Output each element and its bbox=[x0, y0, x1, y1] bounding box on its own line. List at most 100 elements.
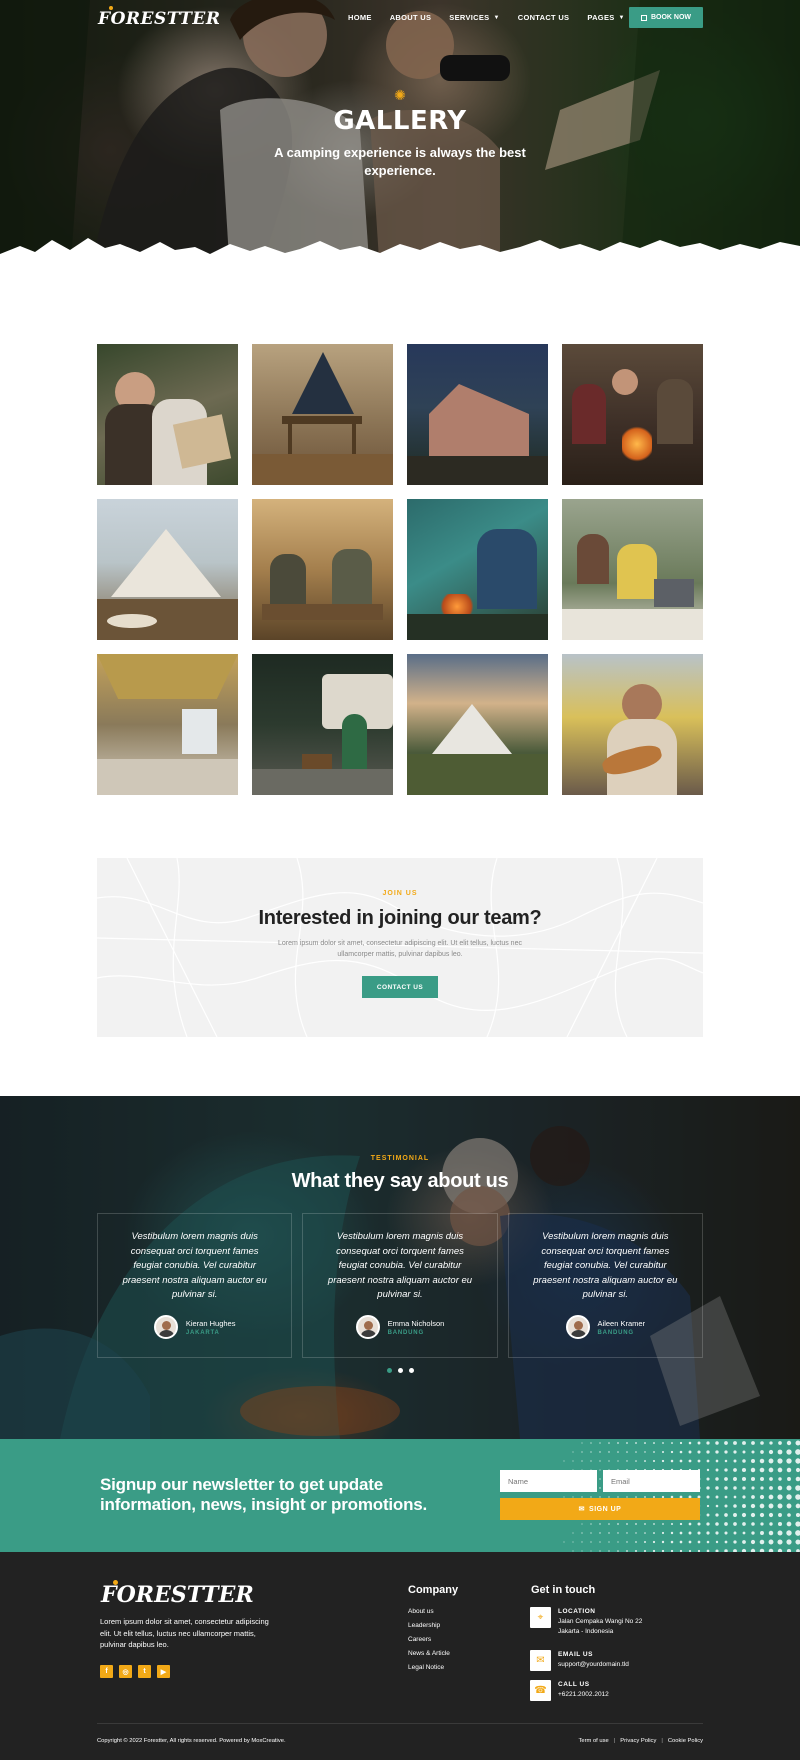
author-city: BANDUNG bbox=[387, 1329, 424, 1336]
logo-text: FORESTTER bbox=[98, 9, 221, 29]
terms-link[interactable]: Term of use bbox=[578, 1738, 608, 1744]
testimonial-section: TESTIMONIAL What they say about us Vesti… bbox=[0, 1096, 800, 1439]
carousel-dot[interactable] bbox=[408, 1368, 414, 1373]
hero-subtitle-line: experience. bbox=[364, 163, 436, 178]
separator: | bbox=[661, 1738, 663, 1744]
gallery-photo[interactable] bbox=[97, 344, 238, 485]
footer-about: Lorem ipsum dolor sit amet, consectetur … bbox=[100, 1617, 269, 1649]
footer-link-careers[interactable]: Careers bbox=[408, 1636, 450, 1643]
hero-subtitle: A camping experience is always the best … bbox=[0, 144, 800, 180]
legal-links: Term of use | Privacy Policy | Cookie Po… bbox=[578, 1738, 703, 1744]
testimonial-author: Aileen Kramer BANDUNG bbox=[509, 1315, 702, 1339]
nav-home[interactable]: HOME bbox=[348, 13, 372, 22]
author-city: BANDUNG bbox=[597, 1329, 634, 1336]
carousel-dot[interactable] bbox=[397, 1368, 403, 1373]
join-text-line: ullamcorper mattis, pulvinar dapibus leo… bbox=[337, 951, 463, 958]
gallery-photo[interactable] bbox=[97, 654, 238, 795]
testimonial-author: Emma Nicholson BANDUNG bbox=[303, 1315, 496, 1339]
nav-contact[interactable]: CONTACT US bbox=[518, 13, 570, 22]
company-links: About us Leadership Careers News & Artic… bbox=[408, 1608, 450, 1678]
testimonial-card: Vestibulum lorem magnis duis consequat o… bbox=[97, 1213, 293, 1358]
privacy-link[interactable]: Privacy Policy bbox=[620, 1738, 656, 1744]
author-city: JAKARTA bbox=[185, 1329, 220, 1336]
join-kicker: JOIN US bbox=[382, 890, 418, 897]
gallery-photo[interactable] bbox=[252, 344, 393, 485]
carousel-dot[interactable] bbox=[386, 1368, 392, 1373]
join-text-line: Lorem ipsum dolor sit amet, consectetur … bbox=[278, 940, 522, 947]
site-footer: FORESTTER Lorem ipsum dolor sit amet, co… bbox=[0, 1552, 800, 1760]
chevron-down-icon: ▼ bbox=[493, 14, 500, 21]
footer-divider bbox=[97, 1723, 703, 1724]
footer-link-leadership[interactable]: Leadership bbox=[408, 1622, 450, 1629]
testimonial-kicker: TESTIMONIAL bbox=[370, 1155, 430, 1162]
nav-about[interactable]: ABOUT US bbox=[390, 13, 432, 22]
newsletter-section: Signup our newsletter to get update info… bbox=[0, 1439, 800, 1552]
nav-home-label: HOME bbox=[348, 13, 372, 22]
footer-link-news[interactable]: News & Article bbox=[408, 1650, 450, 1657]
testimonial-carousel: Vestibulum lorem magnis duis consequat o… bbox=[97, 1213, 703, 1358]
sign-up-button[interactable]: ✉ SIGN UP bbox=[500, 1498, 700, 1520]
gallery-photo[interactable] bbox=[407, 344, 548, 485]
cookie-link[interactable]: Cookie Policy bbox=[668, 1738, 703, 1744]
phone-number[interactable]: +6221.2002.2012 bbox=[558, 1690, 678, 1700]
book-now-button[interactable]: BOOK NOW bbox=[629, 7, 703, 28]
author-details: Kieran Hughes JAKARTA bbox=[186, 1319, 236, 1336]
phone-icon: ☎ bbox=[530, 1680, 551, 1701]
testimonial-title: What they say about us bbox=[291, 1170, 509, 1192]
footer-link-about[interactable]: About us bbox=[408, 1608, 450, 1615]
testimonial-quote: Vestibulum lorem magnis duis consequat o… bbox=[533, 1231, 678, 1300]
footer-logo-text: FORESTTER bbox=[101, 1582, 254, 1608]
envelope-icon: ✉ bbox=[530, 1650, 551, 1671]
location-line: Jalan Cempaka Wangi No 22 bbox=[558, 1618, 643, 1625]
gallery-photo[interactable] bbox=[562, 654, 703, 795]
email-title: EMAIL US bbox=[558, 1651, 593, 1658]
youtube-icon[interactable]: ▶ bbox=[157, 1665, 170, 1678]
instagram-icon[interactable]: ◎ bbox=[119, 1665, 132, 1678]
email-field[interactable] bbox=[603, 1470, 700, 1492]
halftone-dots-pattern bbox=[563, 1440, 800, 1552]
sun-icon: ✺ bbox=[394, 87, 406, 103]
author-name: Emma Nicholson bbox=[387, 1318, 445, 1328]
logo-dot bbox=[109, 6, 113, 10]
map-pin-icon: ⌖ bbox=[530, 1607, 551, 1628]
author-details: Emma Nicholson BANDUNG bbox=[388, 1319, 445, 1336]
testimonial-quote: Vestibulum lorem magnis duis consequat o… bbox=[327, 1231, 473, 1300]
gallery-photo[interactable] bbox=[252, 654, 393, 795]
facebook-icon[interactable]: f bbox=[100, 1665, 113, 1678]
chevron-down-icon: ▼ bbox=[618, 14, 625, 21]
author-details: Aileen Kramer BANDUNG bbox=[598, 1319, 646, 1336]
hero-section: FORESTTER HOME ABOUT US SERVICES ▼ CONTAC… bbox=[0, 0, 800, 275]
mail-icon: ✉ bbox=[578, 1506, 586, 1513]
email-address[interactable]: support@yourdomain.tld bbox=[558, 1660, 678, 1670]
footer-link-legal[interactable]: Legal Notice bbox=[408, 1664, 450, 1671]
site-logo[interactable]: FORESTTER bbox=[98, 6, 221, 29]
twitter-icon[interactable]: t bbox=[138, 1665, 151, 1678]
torn-paper-edge bbox=[0, 238, 800, 275]
gallery-photo[interactable] bbox=[407, 654, 548, 795]
gallery-photo[interactable] bbox=[562, 344, 703, 485]
book-now-label: BOOK NOW bbox=[650, 14, 692, 21]
avatar bbox=[565, 1315, 590, 1339]
nav-menu: HOME ABOUT US SERVICES ▼ CONTACT US PAGES… bbox=[348, 13, 643, 22]
calendar-icon bbox=[640, 14, 647, 21]
gallery-photo[interactable] bbox=[562, 499, 703, 640]
nav-services[interactable]: SERVICES ▼ bbox=[449, 13, 499, 22]
social-links: f ◎ t ▶ bbox=[100, 1665, 170, 1678]
nav-contact-label: CONTACT US bbox=[517, 13, 570, 22]
nav-services-label: SERVICES bbox=[449, 13, 490, 22]
footer-logo[interactable]: FORESTTER bbox=[101, 1580, 254, 1608]
gallery-photo[interactable] bbox=[407, 499, 548, 640]
call-title: CALL US bbox=[558, 1681, 590, 1688]
name-field[interactable] bbox=[500, 1470, 597, 1492]
copyright-text: Copyright © 2022 Forestter, All rights r… bbox=[97, 1738, 286, 1744]
gallery-photo[interactable] bbox=[97, 499, 238, 640]
testimonial-card: Vestibulum lorem magnis duis consequat o… bbox=[507, 1213, 703, 1358]
gallery-photo[interactable] bbox=[252, 499, 393, 640]
location-details: LOCATION Jalan Cempaka Wangi No 22 Jakar… bbox=[558, 1608, 678, 1637]
contact-us-button[interactable]: CONTACT US bbox=[362, 976, 438, 998]
join-content: JOIN US Interested in joining our team? … bbox=[97, 858, 703, 998]
testimonial-heading: TESTIMONIAL What they say about us bbox=[0, 1155, 800, 1193]
separator: | bbox=[613, 1738, 616, 1744]
nav-pages[interactable]: PAGES ▼ bbox=[587, 13, 624, 22]
location-line: Jakarta - Indonesia bbox=[558, 1628, 614, 1635]
